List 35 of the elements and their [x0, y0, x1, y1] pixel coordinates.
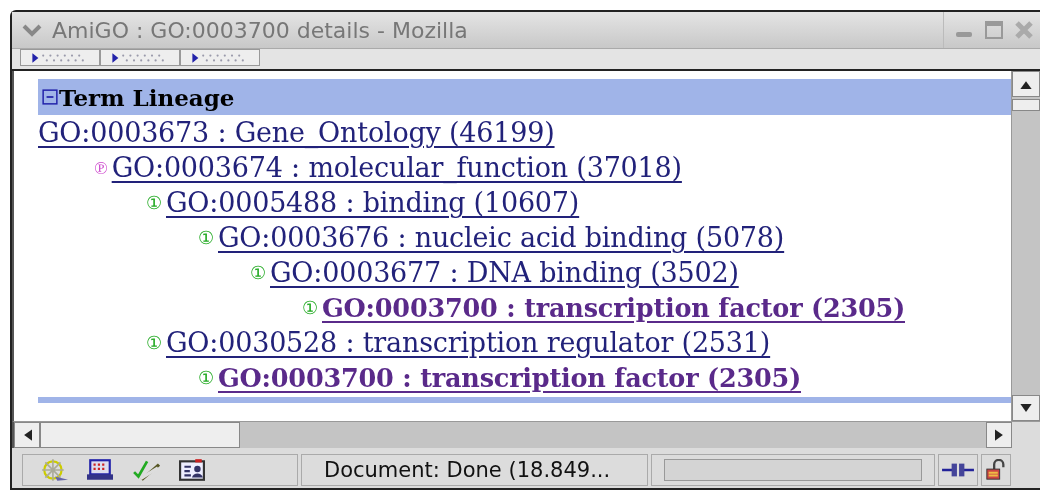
- section-title: Term Lineage: [59, 83, 235, 111]
- arrow-left-icon: [22, 429, 32, 441]
- arrow-right-icon: [994, 429, 1004, 441]
- status-text: Document: Done (18.849...: [301, 454, 648, 486]
- relation-icon: ①: [302, 298, 318, 317]
- horizontal-scrollbar[interactable]: [12, 421, 1040, 448]
- term-link[interactable]: GO:0003677 : DNA binding (3502): [270, 257, 739, 288]
- term-link[interactable]: GO:0030528 : transcription regulator (2531): [166, 327, 771, 358]
- term-link[interactable]: GO:0003676 : nucleic acid binding (5078): [218, 222, 785, 253]
- collapse-icon[interactable]: [42, 89, 58, 105]
- scroll-up-button[interactable]: [1012, 71, 1040, 97]
- arrow-down-icon: [1020, 403, 1032, 413]
- relation-icon: ℗: [94, 158, 108, 177]
- relation-icon: ①: [198, 228, 214, 247]
- scroll-thumb[interactable]: [40, 422, 240, 448]
- term-link[interactable]: GO:0003673 : Gene_Ontology (46199): [38, 117, 555, 148]
- vertical-scrollbar[interactable]: [1011, 71, 1040, 421]
- window-title: AmiGO : GO:0003700 details - Mozilla: [52, 17, 468, 43]
- tab[interactable]: [20, 49, 100, 66]
- term-link[interactable]: GO:0003674 : molecular_function (37018): [111, 152, 682, 183]
- scroll-right-button[interactable]: [986, 422, 1012, 448]
- arrow-up-icon: [1020, 79, 1032, 89]
- scroll-thumb[interactable]: [1012, 99, 1040, 111]
- relation-icon: ①: [146, 193, 162, 212]
- scroll-left-button[interactable]: [14, 422, 40, 448]
- term-link[interactable]: GO:0003700 : transcription factor (2305): [218, 362, 801, 393]
- relation-icon: ①: [250, 263, 266, 282]
- tab[interactable]: [180, 49, 260, 66]
- term-link[interactable]: GO:0005488 : binding (10607): [166, 187, 580, 218]
- relation-icon: ①: [198, 368, 214, 387]
- relation-icon: ①: [146, 333, 162, 352]
- term-link[interactable]: GO:0003700 : transcription factor (2305): [322, 292, 905, 323]
- maximize-icon[interactable]: [984, 20, 1004, 40]
- scroll-down-button[interactable]: [1012, 395, 1040, 421]
- tab[interactable]: [100, 49, 180, 66]
